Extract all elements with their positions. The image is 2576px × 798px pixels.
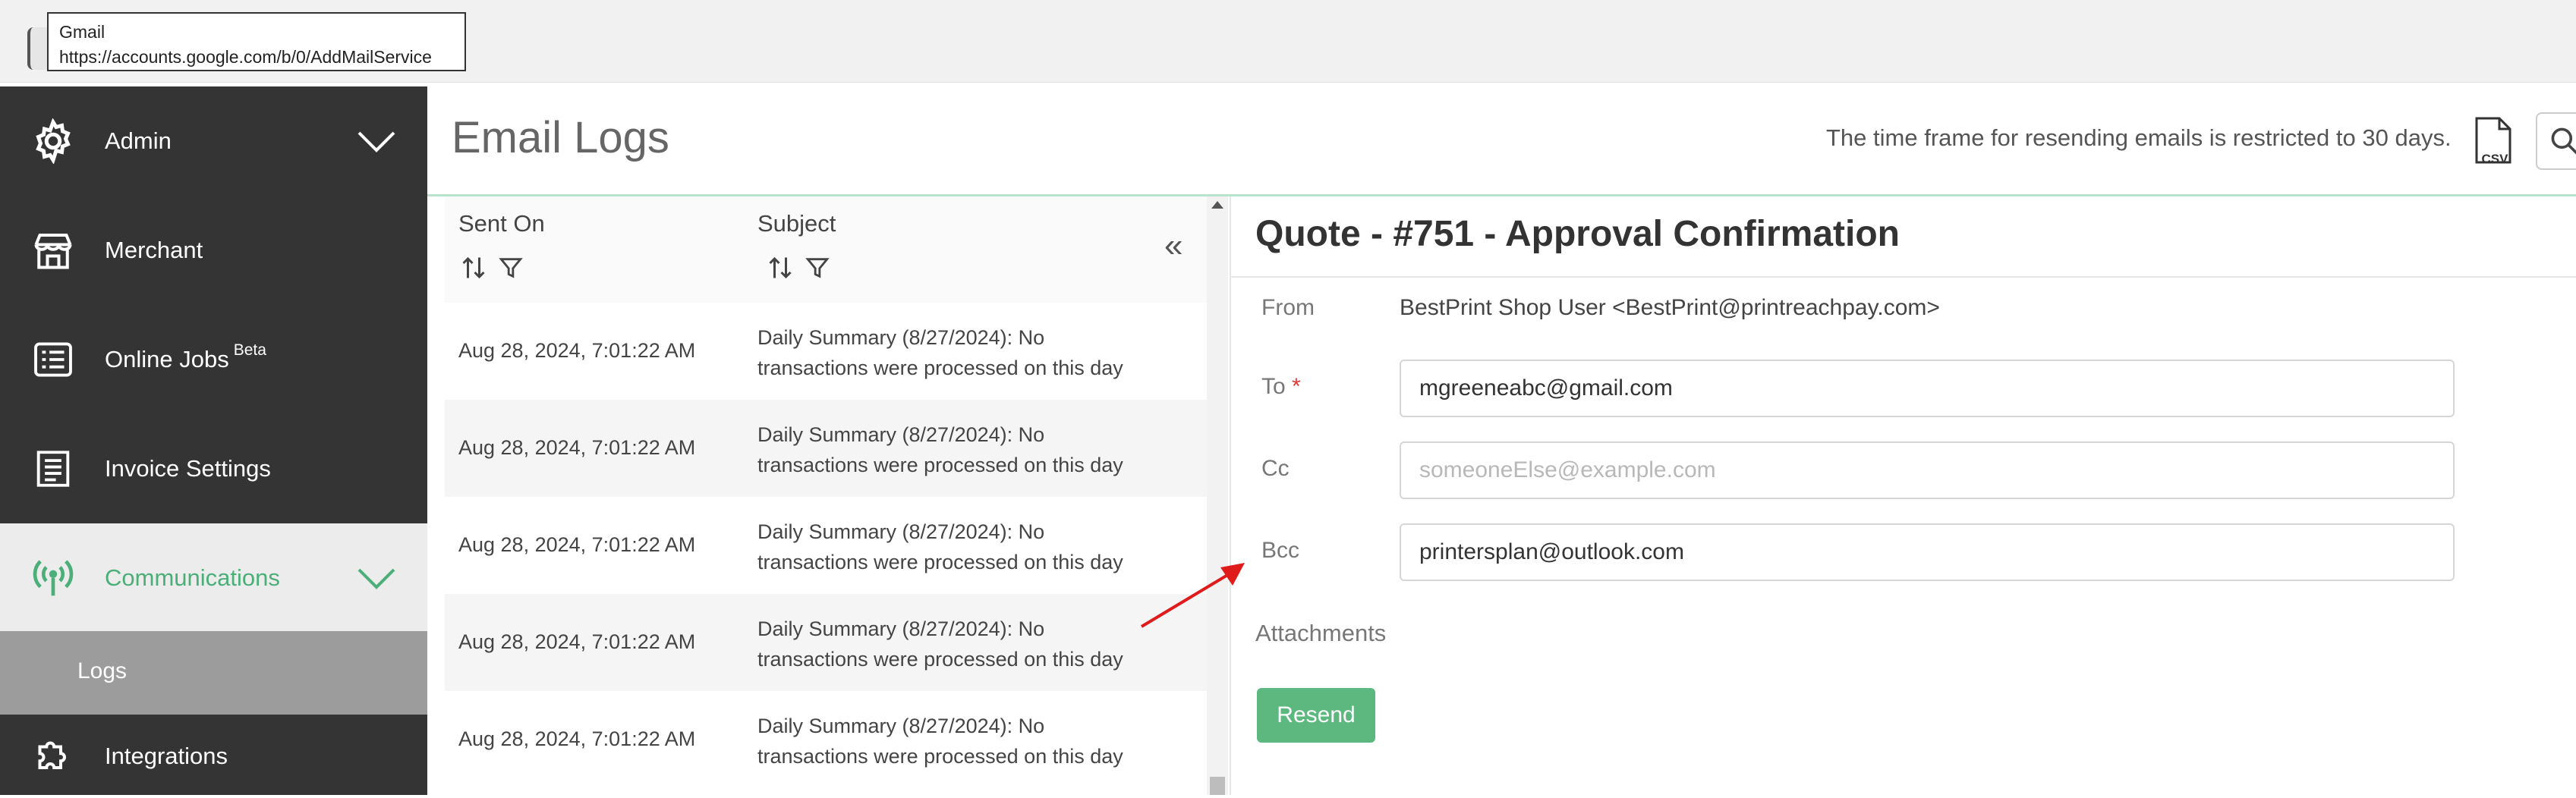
email-subject-title: Quote - #751 - Approval Confirmation bbox=[1255, 213, 1900, 255]
sidebar-item-merchant[interactable]: Merchant bbox=[0, 196, 427, 305]
cc-label: Cc bbox=[1261, 456, 1290, 482]
sidebar-item-invoice-settings[interactable]: Invoice Settings bbox=[0, 414, 427, 523]
sidebar-item-online-jobs[interactable]: Online Jobs Beta bbox=[0, 305, 427, 414]
to-label: To * bbox=[1261, 374, 1301, 400]
subject-value: Daily Summary (8/27/2024): No transactio… bbox=[757, 322, 1152, 383]
sent-on-value: Aug 28, 2024, 7:01:22 AM bbox=[458, 727, 695, 751]
cc-field[interactable] bbox=[1400, 441, 2455, 499]
sort-icon[interactable] bbox=[460, 254, 487, 281]
sent-on-value: Aug 28, 2024, 7:01:22 AM bbox=[458, 630, 695, 654]
page-title: Email Logs bbox=[452, 112, 669, 163]
divider bbox=[1231, 276, 2576, 278]
gear-icon bbox=[29, 117, 77, 165]
resend-button[interactable]: Resend bbox=[1257, 688, 1375, 743]
list-rows: Aug 28, 2024, 7:01:22 AM Daily Summary (… bbox=[445, 303, 1207, 795]
sidebar-item-label: Invoice Settings bbox=[105, 455, 271, 482]
csv-export-icon[interactable]: CSV bbox=[2472, 115, 2515, 167]
bcc-field[interactable] bbox=[1400, 523, 2455, 581]
tooltip-url: https://accounts.google.com/b/0/AddMailS… bbox=[59, 45, 454, 70]
sidebar-item-integrations[interactable]: Integrations bbox=[0, 715, 427, 798]
sidebar-item-label: Admin bbox=[105, 127, 172, 155]
broadcast-icon bbox=[29, 554, 77, 602]
sidebar-subitem-logs[interactable]: Logs bbox=[0, 631, 427, 715]
email-detail-panel: Quote - #751 - Approval Confirmation Fro… bbox=[1230, 196, 2576, 795]
csv-label: CSV bbox=[2482, 152, 2509, 166]
subject-value: Daily Summary (8/27/2024): No transactio… bbox=[757, 614, 1152, 674]
subject-value: Daily Summary (8/27/2024): No transactio… bbox=[757, 517, 1152, 577]
search-button[interactable] bbox=[2536, 112, 2576, 170]
sidebar-item-admin[interactable]: Admin bbox=[0, 86, 427, 196]
sidebar-item-label: Online Jobs bbox=[105, 346, 229, 372]
list-item[interactable]: Aug 28, 2024, 7:01:22 AM Daily Summary (… bbox=[445, 594, 1207, 691]
annotation-arrow-icon bbox=[1138, 557, 1252, 630]
filter-icon[interactable] bbox=[498, 254, 524, 281]
sidebar-item-communications[interactable]: Communications bbox=[0, 523, 427, 633]
sent-on-value: Aug 28, 2024, 7:01:22 AM bbox=[458, 436, 695, 460]
chevron-down-icon[interactable] bbox=[357, 130, 396, 152]
sidebar: Admin Merchant Online Jobs Beta Invoice S… bbox=[0, 86, 427, 795]
beta-badge: Beta bbox=[234, 341, 266, 359]
subject-value: Daily Summary (8/27/2024): No transactio… bbox=[757, 711, 1152, 771]
sent-on-value: Aug 28, 2024, 7:01:22 AM bbox=[458, 533, 695, 557]
collapse-panel-button[interactable]: « bbox=[1164, 227, 1183, 265]
scroll-thumb[interactable] bbox=[1210, 777, 1225, 795]
browser-top-bar: Gmail https://accounts.google.com/b/0/Ad… bbox=[0, 0, 2576, 83]
to-field[interactable] bbox=[1400, 360, 2455, 417]
list-scrollbar[interactable] bbox=[1207, 196, 1228, 795]
sent-on-value: Aug 28, 2024, 7:01:22 AM bbox=[458, 339, 695, 363]
list-item[interactable]: Aug 28, 2024, 7:01:22 AM Daily Summary (… bbox=[445, 497, 1207, 594]
subject-value: Daily Summary (8/27/2024): No transactio… bbox=[757, 419, 1152, 480]
chevron-down-icon[interactable] bbox=[357, 567, 396, 589]
sidebar-item-label: Integrations bbox=[105, 743, 228, 770]
page-header: Email Logs The time frame for resending … bbox=[427, 86, 2576, 196]
required-marker: * bbox=[1292, 374, 1301, 399]
search-icon bbox=[2548, 124, 2576, 158]
email-log-list: Sent On Subject « Aug 28, 2024, 7:01:22 … bbox=[445, 196, 1207, 795]
column-header-sent-on[interactable]: Sent On bbox=[458, 210, 545, 237]
puzzle-icon bbox=[29, 732, 77, 781]
list-item[interactable]: Aug 28, 2024, 7:01:22 AM Daily Summary (… bbox=[445, 691, 1207, 788]
sidebar-item-label: Communications bbox=[105, 564, 280, 592]
from-value: BestPrint Shop User <BestPrint@printreac… bbox=[1400, 295, 1940, 321]
filter-icon[interactable] bbox=[805, 254, 830, 281]
bcc-label: Bcc bbox=[1261, 538, 1299, 564]
sidebar-subitem-label: Logs bbox=[77, 658, 127, 684]
column-header-subject[interactable]: Subject bbox=[757, 210, 836, 237]
list-header: Sent On Subject « bbox=[445, 196, 1207, 303]
store-icon bbox=[29, 226, 77, 275]
sort-icon[interactable] bbox=[767, 254, 794, 281]
receipt-icon bbox=[29, 445, 77, 493]
sidebar-item-label: Merchant bbox=[105, 237, 203, 264]
attachments-label: Attachments bbox=[1255, 620, 1386, 647]
tooltip-title: Gmail bbox=[59, 20, 454, 45]
from-label: From bbox=[1261, 295, 1315, 321]
link-tooltip: Gmail https://accounts.google.com/b/0/Ad… bbox=[47, 12, 466, 71]
list-item[interactable]: Aug 28, 2024, 7:01:22 AM Daily Summary (… bbox=[445, 303, 1207, 400]
list-item[interactable]: Aug 28, 2024, 7:01:22 AM Daily Summary (… bbox=[445, 400, 1207, 497]
list-icon bbox=[29, 335, 77, 384]
scroll-up-icon[interactable] bbox=[1211, 201, 1223, 209]
resend-notice: The time frame for resending emails is r… bbox=[1826, 124, 2452, 152]
